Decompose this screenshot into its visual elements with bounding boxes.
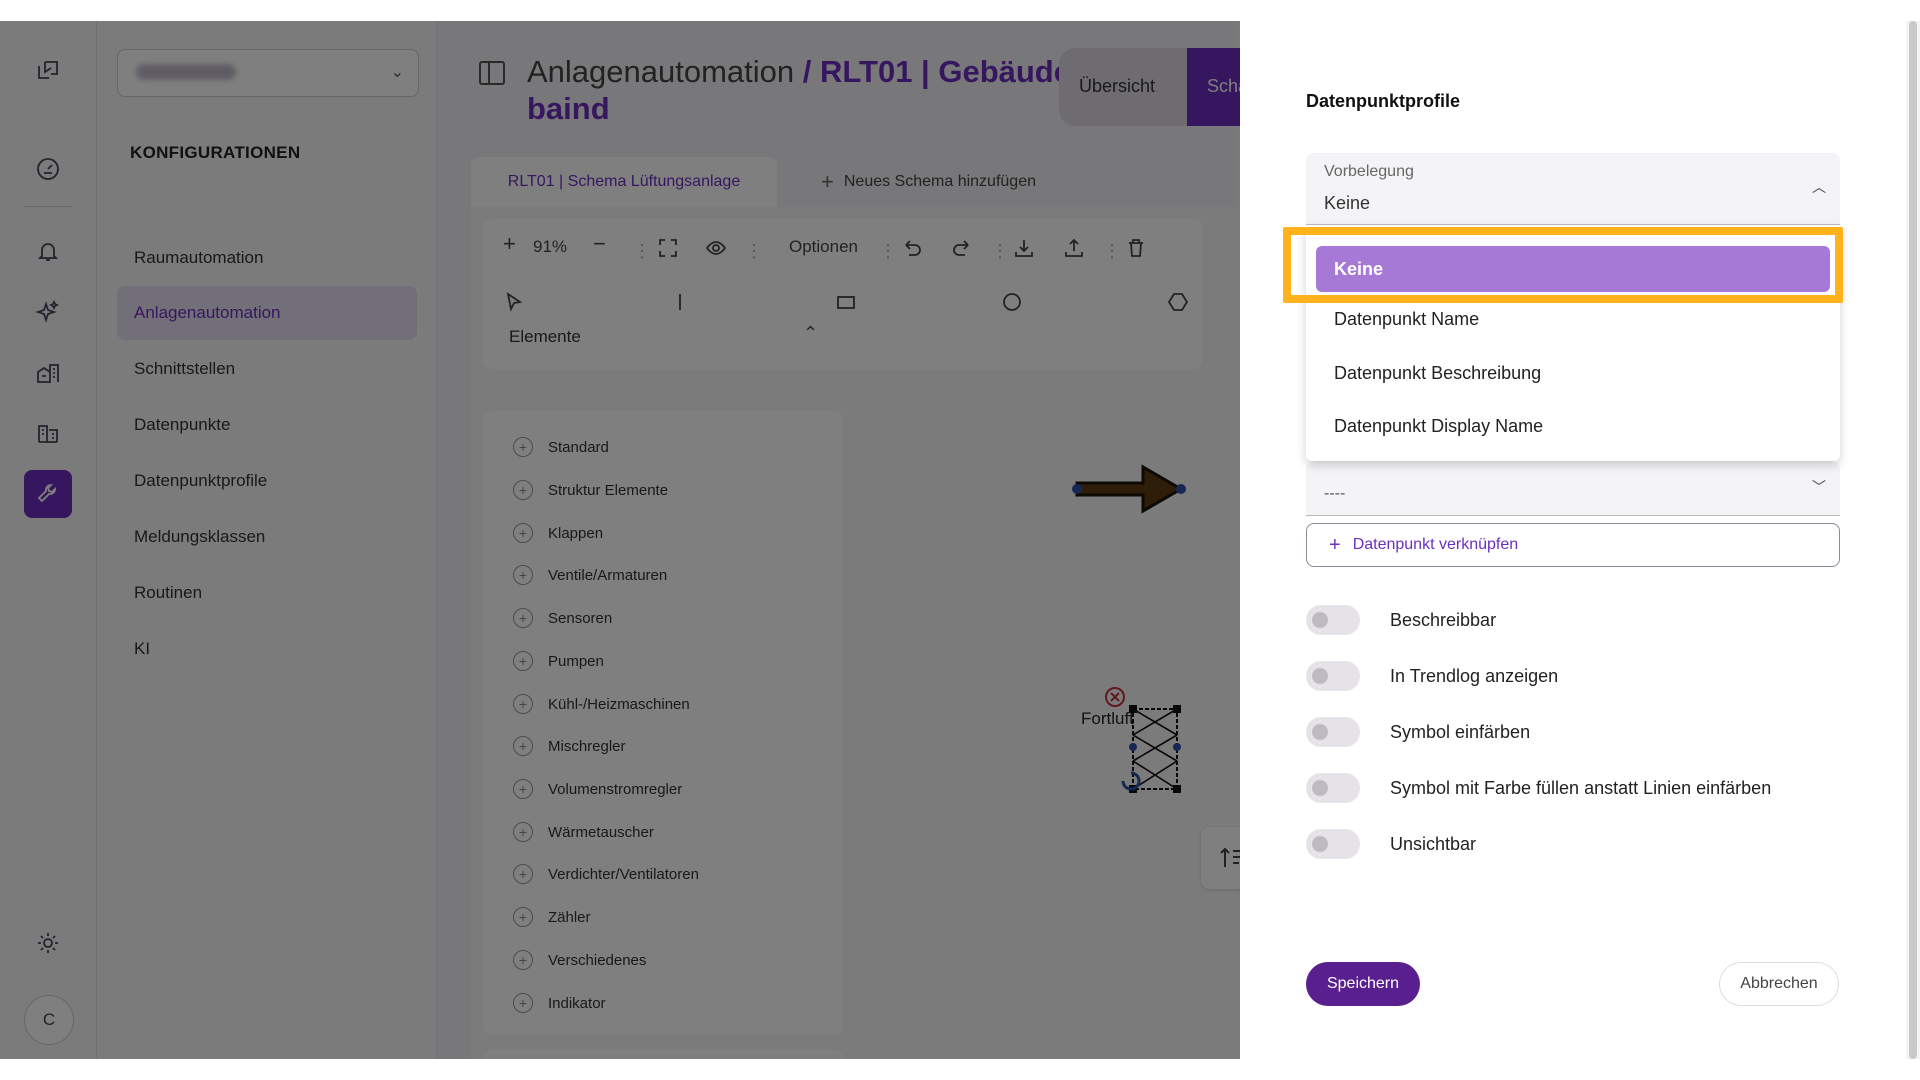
toggle-row-symbol-einfaerben: Symbol einfärben — [1306, 717, 1530, 747]
toggle-label: Symbol mit Farbe füllen anstatt Linien e… — [1390, 777, 1772, 798]
toggle-row-unsichtbar: Unsichtbar — [1306, 829, 1476, 859]
modal-backdrop[interactable] — [0, 21, 1240, 1059]
drawer-title: Datenpunktprofile — [1306, 91, 1461, 111]
plus-icon: + — [1329, 533, 1341, 556]
select-label: Vorbelegung — [1324, 163, 1414, 180]
save-button[interactable]: Speichern — [1306, 962, 1420, 1006]
toggle-label: Symbol einfärben — [1390, 721, 1531, 742]
chevron-down-icon: ﹀ — [1812, 479, 1826, 495]
chevron-up-icon: ︿ — [1812, 179, 1826, 195]
scrollbar[interactable] — [1906, 21, 1920, 1059]
toggle-row-beschreibbar: Beschreibbar — [1306, 605, 1496, 635]
toggle-label: Beschreibbar — [1390, 609, 1497, 630]
toggle-switch[interactable] — [1306, 829, 1360, 859]
link-datapoint-label: Datenpunkt verknüpfen — [1352, 536, 1519, 553]
toggle-switch[interactable] — [1306, 717, 1360, 747]
toggle-row-symbol-fuellen: Symbol mit Farbe füllen anstatt Linien e… — [1306, 773, 1771, 803]
toggle-row-trendlog: In Trendlog anzeigen — [1306, 661, 1558, 691]
cancel-button[interactable]: Abbrechen — [1719, 962, 1839, 1006]
option-datenpunkt-beschreibung[interactable]: Datenpunkt Beschreibung — [1334, 363, 1541, 384]
select-value: Keine — [1324, 193, 1371, 213]
toggle-switch[interactable] — [1306, 773, 1360, 803]
vorbelegung-select[interactable]: Vorbelegung Keine ︿ — [1306, 153, 1840, 225]
datapoint-select[interactable]: ---- ﹀ — [1306, 461, 1840, 516]
highlight-box — [1283, 227, 1843, 303]
option-datenpunkt-name[interactable]: Datenpunkt Name — [1334, 309, 1479, 330]
toggle-switch[interactable] — [1306, 661, 1360, 691]
select-value: ---- — [1324, 485, 1346, 502]
option-datenpunkt-display-name[interactable]: Datenpunkt Display Name — [1334, 416, 1543, 437]
toggle-switch[interactable] — [1306, 605, 1360, 635]
toggle-label: In Trendlog anzeigen — [1390, 665, 1559, 686]
datenpunktprofile-drawer: Datenpunktprofile Vorbelegung Keine ︿ --… — [1240, 21, 1920, 1059]
toggle-label: Unsichtbar — [1390, 833, 1477, 854]
link-datapoint-button[interactable]: + Datenpunkt verknüpfen — [1306, 523, 1840, 567]
